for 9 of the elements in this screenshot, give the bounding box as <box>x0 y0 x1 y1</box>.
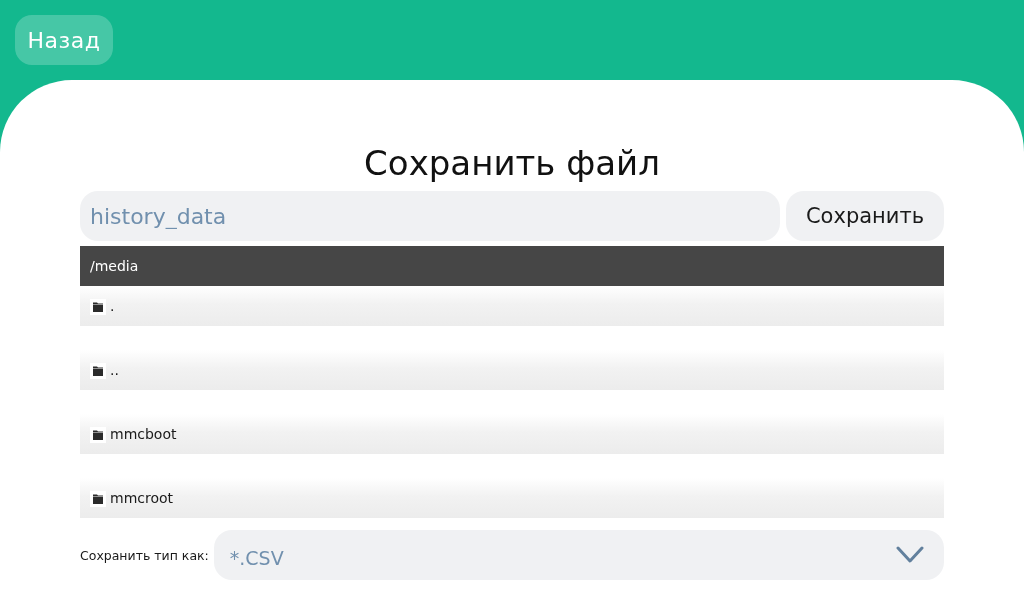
dialog-title: Сохранить файл <box>364 142 660 185</box>
chevron-down-icon <box>896 546 924 564</box>
path-bar: /media <box>80 246 944 286</box>
folder-icon <box>90 491 106 507</box>
file-type-label: Сохранить тип как: <box>80 547 209 563</box>
save-button[interactable]: Сохранить <box>786 191 944 241</box>
folder-icon <box>90 427 106 443</box>
folder-icon <box>90 363 106 379</box>
folder-icon <box>90 299 106 315</box>
